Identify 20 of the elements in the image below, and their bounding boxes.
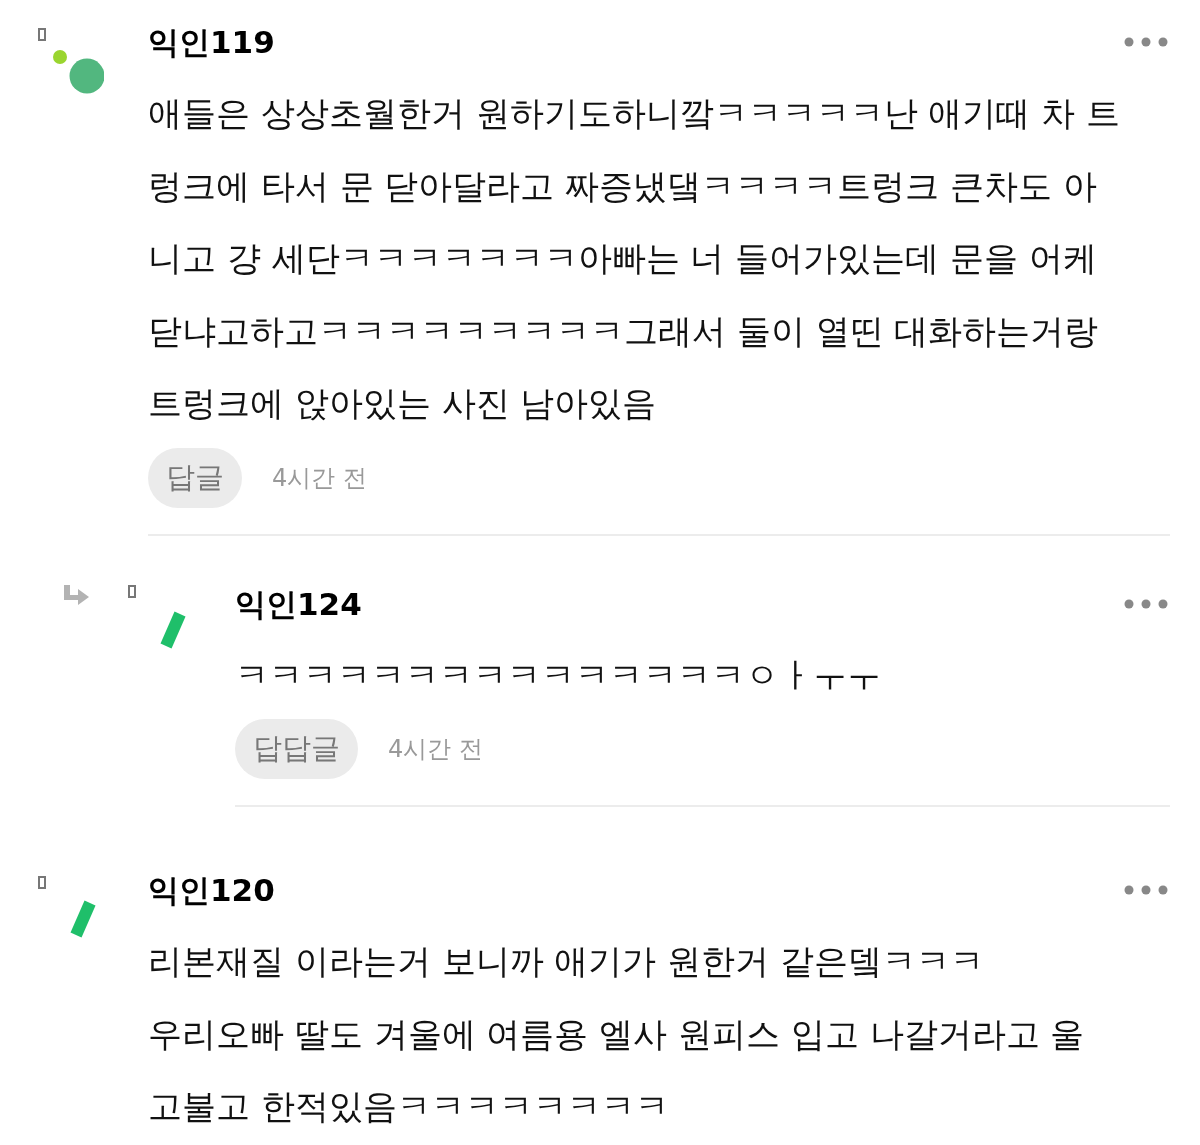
more-icon[interactable] [1124,598,1168,609]
reply-button[interactable]: 답답글 [235,719,358,779]
bar-avatar-icon [158,609,186,650]
reply-arrow-icon [63,583,90,607]
comment-text: 리본재질 이라는거 보니까 애기가 원한거 같은뎈ㅋㅋㅋ 우리오빠 딸도 겨울에 여름용 엘사 원피스 입고 나갈거라고 울 고불고 한적있음ㅋㅋㅋㅋㅋㅋㅋㅋ [148,940,1086,1128]
rectangle-icon [128,584,136,598]
rectangle-icon [38,28,46,41]
dots-avatar-icon [52,48,104,94]
more-icon[interactable] [1124,37,1168,47]
comment-text: 애들은 상상초월한거 원하기도하니깤ㅋㅋㅋㅋㅋ난 애기때 차 트 렁크에 타서 문 닫아달라고 짜증냈댘ㅋㅋㅋㅋ트렁크 큰차도 아 니고 걍 세단ㅋㅋㅋㅋㅋㅋㅋ아빠는 너 들어가있는데 문을 어케 닫냐고하고ㅋㅋㅋㅋㅋㅋㅋㅋㅋ그래서 둘이 열띤 대화하는거랑 트렁크에 앉아있는 사진 남아있음 [148,92,1122,425]
timestamp: 4시간 전 [388,734,483,765]
timestamp: 4시간 전 [272,462,367,494]
comment-text: ㅋㅋㅋㅋㅋㅋㅋㅋㅋㅋㅋㅋㅋㅋㅋㅇㅏㅜㅜ [235,653,882,697]
rectangle-icon [38,876,46,889]
author-name: 익인120 [148,871,275,910]
author-name: 익인124 [235,584,362,624]
bar-avatar-icon [68,899,96,939]
more-icon[interactable] [1124,885,1168,895]
reply-button[interactable]: 답글 [148,447,242,508]
author-name: 익인119 [148,23,275,62]
